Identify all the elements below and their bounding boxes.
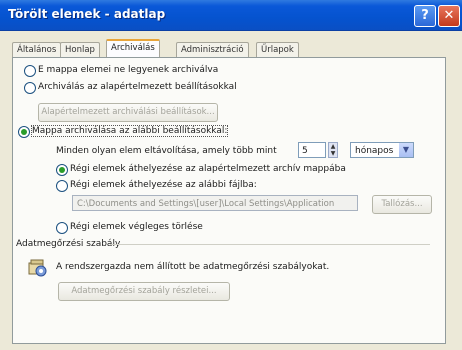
label-move-to-folder: Régi elemek áthelyezése az alábbi fájlba… — [70, 180, 257, 190]
label-custom-archive: Mappa archiválása az alábbi beállításokk… — [30, 125, 229, 137]
close-button[interactable]: ✕ — [438, 5, 460, 27]
policy-group-title: Adatmegőrzési szabály — [16, 239, 121, 249]
label-default-archive: Archiválás az alapértelmezett beállításo… — [38, 82, 237, 92]
policy-details-button[interactable]: Adatmegőrzési szabály részletei... — [58, 282, 230, 301]
radio-default-archive[interactable] — [24, 82, 36, 94]
policy-text: A rendszergazda nem állított be adatmegő… — [56, 262, 330, 272]
months-input[interactable]: 5 — [298, 142, 326, 158]
window-title: Törölt elemek - adatlap — [8, 7, 166, 21]
label-no-archive: E mappa elemei ne legyenek archiválva — [38, 65, 219, 75]
browse-button[interactable]: Tallózás... — [372, 195, 432, 214]
radio-no-archive[interactable] — [24, 65, 36, 77]
unit-select-value: hónapos — [355, 146, 394, 156]
policy-icon — [26, 256, 48, 278]
radio-custom-archive[interactable] — [18, 126, 30, 138]
chevron-down-icon[interactable]: ▼ — [399, 143, 413, 157]
archive-path-field[interactable]: C:\Documents and Settings\[user]\Local S… — [72, 195, 358, 211]
tab-forms[interactable]: Űrlapok — [256, 42, 299, 57]
policy-group-divider — [110, 244, 430, 245]
radio-move-to-folder[interactable] — [56, 180, 68, 192]
tab-administration[interactable]: Adminisztráció — [176, 42, 249, 57]
label-older-than: Minden olyan elem eltávolítása, amely tö… — [56, 146, 277, 156]
radio-move-default[interactable] — [56, 164, 68, 176]
tab-archiving[interactable]: Archiválás — [106, 39, 160, 59]
default-settings-button[interactable]: Alapértelmezett archiválási beállítások.… — [38, 103, 218, 122]
stepper-down-icon[interactable]: ▼ — [329, 150, 337, 157]
title-bar: Törölt elemek - adatlap ? ✕ — [0, 0, 462, 31]
tab-homepage[interactable]: Honlap — [60, 42, 100, 57]
stepper-up-icon[interactable]: ▲ — [329, 143, 337, 150]
radio-delete-permanent[interactable] — [56, 222, 68, 234]
unit-select[interactable]: hónapos ▼ — [350, 142, 414, 158]
tab-general[interactable]: Általános — [12, 42, 62, 57]
label-move-default: Régi elemek áthelyezése az alapértelmeze… — [70, 164, 346, 174]
help-button[interactable]: ? — [414, 5, 436, 27]
months-stepper[interactable]: ▲ ▼ — [328, 142, 338, 158]
label-delete-permanent: Régi elemek végleges törlése — [70, 222, 203, 232]
